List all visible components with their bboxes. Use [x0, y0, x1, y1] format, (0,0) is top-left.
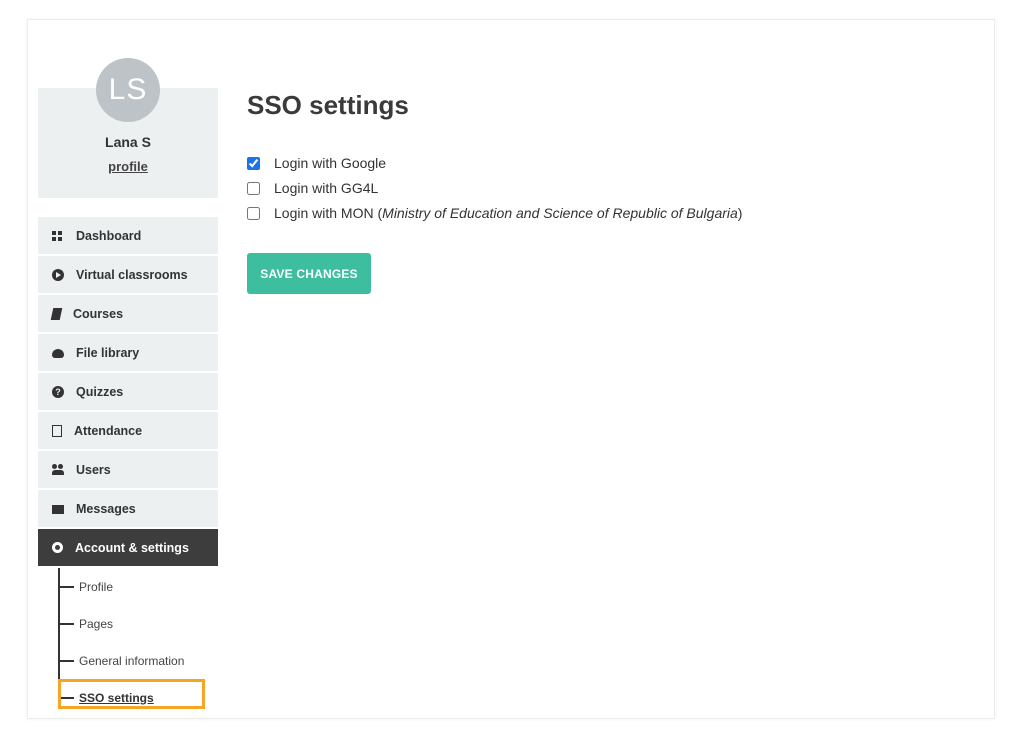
- tree-dash: [60, 660, 74, 662]
- save-changes-button[interactable]: SAVE CHANGES: [247, 253, 371, 294]
- subnav-item-label: Profile: [79, 579, 114, 594]
- sidebar-nav: Dashboard Virtual classrooms Courses Fil…: [38, 217, 218, 568]
- subnav-item-profile[interactable]: Profile: [38, 568, 218, 605]
- sidebar-item-label: Quizzes: [76, 384, 124, 399]
- tree-dash: [60, 586, 74, 588]
- sidebar-item-attendance[interactable]: Attendance: [38, 412, 218, 449]
- sidebar-item-label: Virtual classrooms: [76, 267, 188, 282]
- profile-link[interactable]: profile: [38, 159, 218, 174]
- page-title: SSO settings: [247, 90, 409, 120]
- tree-dash: [60, 697, 74, 699]
- account-subnav: Profile Pages General information SSO se…: [38, 568, 218, 716]
- google-checkbox[interactable]: [247, 156, 260, 170]
- option-mon[interactable]: Login with MON (Ministry of Education an…: [247, 205, 742, 221]
- sidebar-item-dashboard[interactable]: Dashboard: [38, 217, 218, 254]
- user-name: Lana S: [105, 134, 151, 150]
- option-label-italic: Ministry of Education and Science of Rep…: [382, 205, 738, 221]
- sidebar-item-account-settings[interactable]: Account & settings: [38, 529, 218, 566]
- sidebar-item-label: Attendance: [74, 423, 143, 438]
- book-icon: [50, 307, 63, 320]
- main-card: LS Lana S profile Dashboard Virtual clas…: [27, 19, 995, 719]
- document-icon: [52, 424, 62, 437]
- option-label: Login with Google: [274, 155, 387, 171]
- dashboard-icon: [52, 230, 64, 242]
- avatar[interactable]: LS: [96, 58, 160, 122]
- subnav-item-label: SSO settings: [79, 690, 154, 705]
- sidebar-item-label: Account & settings: [75, 540, 189, 555]
- users-icon: [52, 463, 64, 476]
- option-google[interactable]: Login with Google: [247, 155, 386, 171]
- sidebar-item-label: Users: [76, 462, 111, 477]
- sidebar-item-label: Dashboard: [76, 228, 142, 243]
- sidebar-item-courses[interactable]: Courses: [38, 295, 218, 332]
- gear-icon: [52, 542, 63, 553]
- sidebar-item-users[interactable]: Users: [38, 451, 218, 488]
- sidebar-item-label: Courses: [73, 306, 124, 321]
- sidebar-item-messages[interactable]: Messages: [38, 490, 218, 527]
- question-circle-icon: ?: [52, 385, 64, 398]
- gg4l-checkbox[interactable]: [247, 181, 260, 195]
- option-label-prefix: Login with MON (: [274, 205, 383, 221]
- sidebar-item-label: File library: [76, 345, 140, 360]
- play-circle-icon: [52, 268, 64, 281]
- option-gg4l[interactable]: Login with GG4L: [247, 180, 378, 196]
- subnav-item-general-information[interactable]: General information: [38, 642, 218, 679]
- sidebar-item-quizzes[interactable]: ? Quizzes: [38, 373, 218, 410]
- subnav-item-pages[interactable]: Pages: [38, 605, 218, 642]
- subnav-item-sso-settings[interactable]: SSO settings: [38, 679, 218, 716]
- option-label: Login with GG4L: [274, 180, 379, 196]
- envelope-icon: [52, 505, 64, 514]
- tree-dash: [60, 623, 74, 625]
- option-label-suffix: ): [737, 205, 743, 221]
- mon-checkbox[interactable]: [247, 206, 260, 220]
- cloud-upload-icon: [52, 349, 64, 358]
- sidebar-item-label: Messages: [76, 501, 136, 516]
- subnav-item-label: Pages: [79, 616, 114, 631]
- subnav-item-label: General information: [79, 653, 185, 668]
- sidebar-item-virtual-classrooms[interactable]: Virtual classrooms: [38, 256, 218, 293]
- sidebar-item-file-library[interactable]: File library: [38, 334, 218, 371]
